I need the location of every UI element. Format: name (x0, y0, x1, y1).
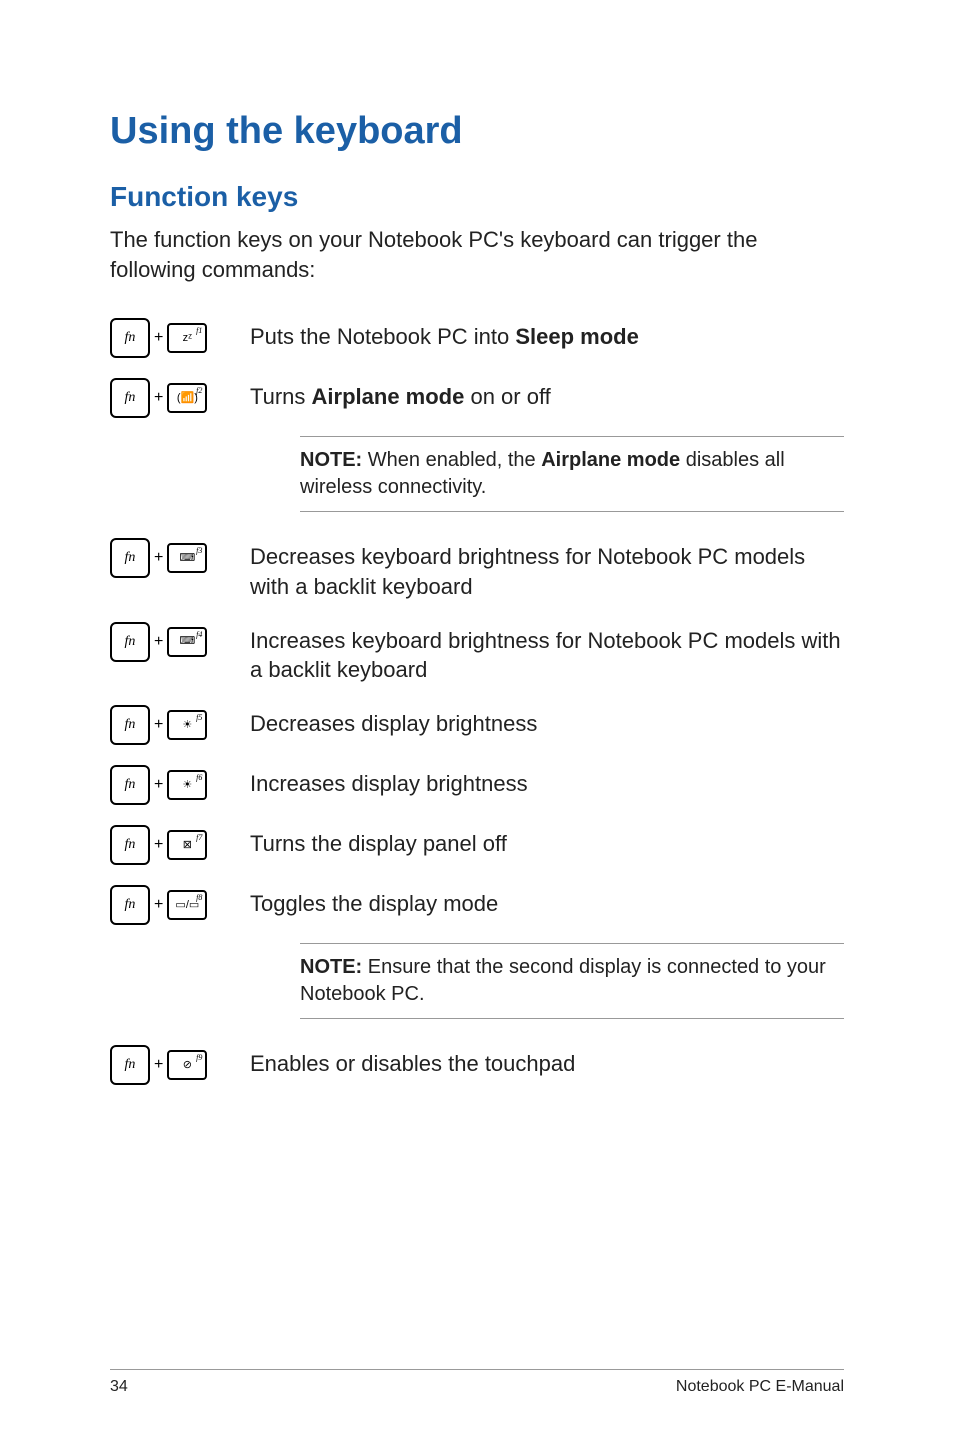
page-number: 34 (110, 1378, 128, 1396)
keyboard-bright-icon: ⌨ (179, 636, 195, 647)
brightness-down-icon: ☀ (182, 720, 192, 731)
section-heading: Function keys (110, 181, 844, 213)
display-off-icon: ⊠ (183, 840, 192, 851)
key-combo: fn + (📶) f2 (110, 376, 250, 418)
fn-f8-row: fn + ▭/▭ f8 Toggles the display mode (110, 883, 844, 925)
fn-f6-row: fn + ☀ f6 Increases display brightness (110, 763, 844, 805)
keyboard-dim-icon: ⌨ (179, 553, 195, 564)
plus-icon: + (154, 633, 163, 651)
key-combo: fn + ▭/▭ f8 (110, 883, 250, 925)
touchpad-icon: ⊘ (183, 1060, 192, 1071)
fn-key-icon: fn (110, 622, 150, 662)
plus-icon: + (154, 1056, 163, 1074)
key-combo: fn + ☀ f6 (110, 763, 250, 805)
airplane-mode-note: NOTE: When enabled, the Airplane mode di… (300, 436, 844, 512)
f-label: f4 (196, 630, 202, 639)
plus-icon: + (154, 329, 163, 347)
sleep-icon: zᶻ (183, 333, 192, 344)
bold-text: Airplane mode (541, 449, 680, 471)
note-label: NOTE: (300, 449, 362, 471)
f6-key-icon: ☀ f6 (167, 770, 207, 800)
f-label: f1 (196, 326, 202, 335)
fn-f4-row: fn + ⌨ f4 Increases keyboard brightness … (110, 620, 844, 685)
text: Puts the Notebook PC into (250, 324, 515, 349)
fn-f5-row: fn + ☀ f5 Decreases display brightness (110, 703, 844, 745)
f9-key-icon: ⊘ f9 (167, 1050, 207, 1080)
text: on or off (464, 384, 550, 409)
fn-key-icon: fn (110, 825, 150, 865)
key-combo: fn + ⊠ f7 (110, 823, 250, 865)
key-combo: fn + ⌨ f3 (110, 536, 250, 578)
f5-key-icon: ☀ f5 (167, 710, 207, 740)
manual-title: Notebook PC E-Manual (676, 1378, 844, 1396)
f1-description: Puts the Notebook PC into Sleep mode (250, 316, 844, 352)
f8-key-icon: ▭/▭ f8 (167, 890, 207, 920)
wireless-icon: (📶) (177, 393, 198, 404)
f-label: f7 (196, 833, 202, 842)
f3-description: Decreases keyboard brightness for Notebo… (250, 536, 844, 601)
f-label: f3 (196, 546, 202, 555)
text: Turns (250, 384, 312, 409)
f6-description: Increases display brightness (250, 763, 844, 799)
plus-icon: + (154, 896, 163, 914)
f-label: f2 (196, 386, 202, 395)
key-combo: fn + ⊘ f9 (110, 1043, 250, 1085)
second-display-note: NOTE: Ensure that the second display is … (300, 943, 844, 1019)
f-label: f6 (196, 773, 202, 782)
fn-key-icon: fn (110, 765, 150, 805)
fn-key-icon: fn (110, 885, 150, 925)
f-label: f8 (196, 893, 202, 902)
text: When enabled, the (362, 449, 541, 471)
plus-icon: + (154, 549, 163, 567)
key-combo: fn + zᶻ f1 (110, 316, 250, 358)
bold-text: Airplane mode (312, 384, 465, 409)
fn-f9-row: fn + ⊘ f9 Enables or disables the touchp… (110, 1043, 844, 1085)
fn-key-icon: fn (110, 705, 150, 745)
f5-description: Decreases display brightness (250, 703, 844, 739)
f-label: f9 (196, 1053, 202, 1062)
fn-key-icon: fn (110, 378, 150, 418)
plus-icon: + (154, 716, 163, 734)
f4-description: Increases keyboard brightness for Notebo… (250, 620, 844, 685)
f9-description: Enables or disables the touchpad (250, 1043, 844, 1079)
f8-description: Toggles the display mode (250, 883, 844, 919)
page-footer: 34 Notebook PC E-Manual (110, 1369, 844, 1396)
text: Ensure that the second display is connec… (300, 956, 826, 1005)
f2-key-icon: (📶) f2 (167, 383, 207, 413)
fn-f3-row: fn + ⌨ f3 Decreases keyboard brightness … (110, 536, 844, 601)
fn-f7-row: fn + ⊠ f7 Turns the display panel off (110, 823, 844, 865)
bold-text: Sleep mode (515, 324, 638, 349)
plus-icon: + (154, 776, 163, 794)
fn-f2-row: fn + (📶) f2 Turns Airplane mode on or of… (110, 376, 844, 418)
key-combo: fn + ⌨ f4 (110, 620, 250, 662)
f4-key-icon: ⌨ f4 (167, 627, 207, 657)
fn-key-icon: fn (110, 538, 150, 578)
key-combo: fn + ☀ f5 (110, 703, 250, 745)
f7-key-icon: ⊠ f7 (167, 830, 207, 860)
f-label: f5 (196, 713, 202, 722)
f1-key-icon: zᶻ f1 (167, 323, 207, 353)
fn-key-icon: fn (110, 1045, 150, 1085)
f3-key-icon: ⌨ f3 (167, 543, 207, 573)
brightness-up-icon: ☀ (182, 780, 192, 791)
plus-icon: + (154, 389, 163, 407)
note-label: NOTE: (300, 956, 362, 978)
page-heading: Using the keyboard (110, 110, 844, 153)
fn-key-icon: fn (110, 318, 150, 358)
f2-description: Turns Airplane mode on or off (250, 376, 844, 412)
f7-description: Turns the display panel off (250, 823, 844, 859)
intro-text: The function keys on your Notebook PC's … (110, 225, 844, 284)
fn-f1-row: fn + zᶻ f1 Puts the Notebook PC into Sle… (110, 316, 844, 358)
plus-icon: + (154, 836, 163, 854)
